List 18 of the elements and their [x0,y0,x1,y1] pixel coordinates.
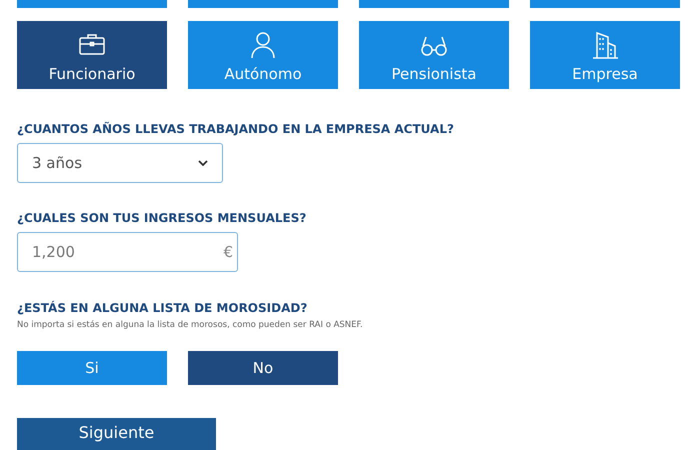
years-select[interactable]: 3 años [17,143,223,183]
question-label: ¿CUALES SON TUS INGRESOS MENSUALES? [17,210,308,227]
answer-button[interactable]: Si [17,350,167,385]
option-tile[interactable] [188,0,338,8]
next-button[interactable]: Siguiente [17,418,216,450]
option-tile[interactable] [17,0,167,8]
question-label: ¿CUANTOS AÑOS LLEVAS TRABAJANDO EN LA EMPRESA ACTUAL? [17,120,455,138]
profile-tile[interactable]: Funcionario [17,21,167,89]
profile-tile[interactable]: Pensionista [359,21,509,89]
question-label: ¿ESTÁS EN ALGUNA LISTA DE MOROSIDAD? [17,300,308,317]
profile-tile[interactable]: Empresa [530,21,680,89]
profile-tile[interactable]: Autónomo [188,21,338,89]
option-tile[interactable] [359,0,509,8]
income-field[interactable]: 1,200 € [17,232,238,272]
answer-button[interactable]: No [188,350,338,385]
option-tile[interactable] [530,0,680,8]
hint-text: No importa si estás en alguna la lista de morosos, como pueden ser RAI o ASNEF. [17,319,364,332]
chevron-down-icon [198,160,208,166]
